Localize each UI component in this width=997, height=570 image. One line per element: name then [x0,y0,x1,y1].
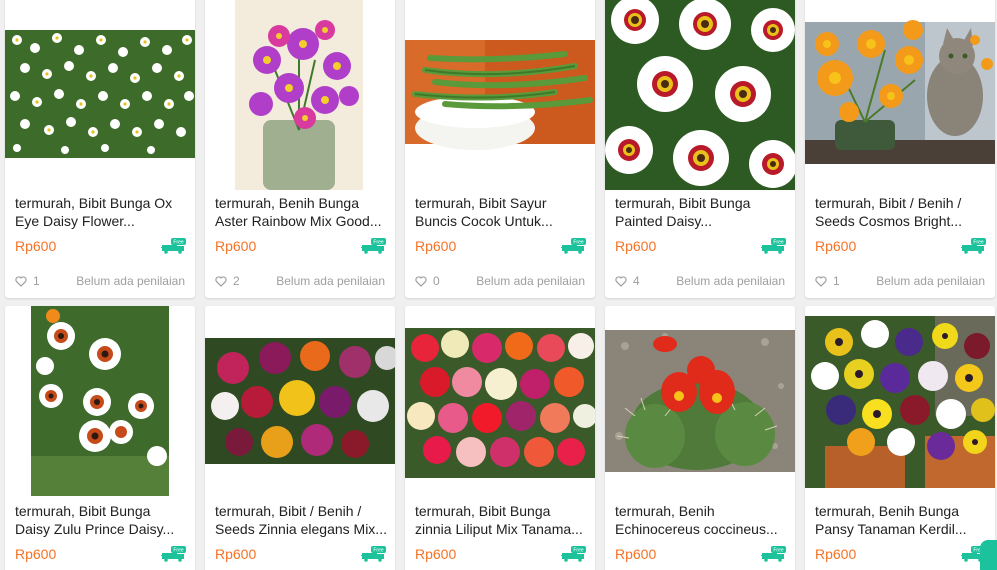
product-meta: 2 Belum ada penilaian [215,274,385,288]
product-title[interactable]: termurah, Benih Echinocereus coccineus..… [615,502,787,538]
product-title[interactable]: termurah, Bibit Bunga Ox Eye Daisy Flowe… [15,194,187,230]
product-price: Rp600 [815,546,857,562]
product-image[interactable] [805,0,995,190]
product-price: Rp600 [215,238,257,254]
product-title[interactable]: termurah, Bibit Bunga zinnia Liliput Mix… [415,502,587,538]
free-shipping-truck-icon: Free [161,238,187,254]
product-title[interactable]: termurah, Bibit / Benih / Seeds Cosmos B… [815,194,987,230]
product-title[interactable]: termurah, Bibit Bunga Daisy Zulu Prince … [15,502,187,538]
product-price: Rp600 [415,546,457,562]
product-grid: termurah, Bibit Bunga Ox Eye Daisy Flowe… [0,0,997,570]
product-image[interactable] [5,0,195,190]
product-card[interactable]: termurah, Bibit Bunga Daisy Zulu Prince … [5,306,195,570]
product-title[interactable]: termurah, Bibit Bunga Painted Daisy... [615,194,787,230]
product-price: Rp600 [15,546,57,562]
rating-text: Belum ada penilaian [476,274,585,288]
product-card[interactable]: termurah, Bibit / Benih / Seeds Zinnia e… [205,306,395,570]
product-title[interactable]: termurah, Benih Bunga Aster Rainbow Mix … [215,194,387,230]
heart-icon [615,275,627,287]
product-price: Rp600 [815,238,857,254]
product-price: Rp600 [615,546,657,562]
product-card[interactable]: termurah, Bibit Sayur Buncis Cocok Untuk… [405,0,595,298]
product-card[interactable]: termurah, Benih Bunga Aster Rainbow Mix … [205,0,395,298]
svg-text:Free: Free [573,548,584,554]
product-card[interactable]: termurah, Bibit Bunga Ox Eye Daisy Flowe… [5,0,195,298]
product-meta: 4 Belum ada penilaian [615,274,785,288]
svg-text:Free: Free [373,548,384,554]
like-count[interactable]: 1 [15,274,40,288]
product-image[interactable] [605,306,795,496]
svg-text:Free: Free [373,240,384,246]
product-image[interactable] [5,306,195,496]
svg-text:Free: Free [773,240,784,246]
product-card[interactable]: termurah, Benih Bunga Pansy Tanaman Kerd… [805,306,995,570]
product-meta: 1 Belum ada penilaian [815,274,985,288]
rating-text: Belum ada penilaian [76,274,185,288]
svg-text:Free: Free [173,548,184,554]
product-price: Rp600 [615,238,657,254]
product-image[interactable] [605,0,795,190]
product-card[interactable]: termurah, Bibit Bunga Painted Daisy... R… [605,0,795,298]
product-card[interactable]: termurah, Benih Echinocereus coccineus..… [605,306,795,570]
free-shipping-truck-icon: Free [761,546,787,562]
product-card[interactable]: termurah, Bibit Bunga zinnia Liliput Mix… [405,306,595,570]
free-shipping-truck-icon: Free [361,238,387,254]
like-count[interactable]: 0 [415,274,440,288]
product-card[interactable]: termurah, Bibit / Benih / Seeds Cosmos B… [805,0,995,298]
product-image[interactable] [405,306,595,496]
svg-text:Free: Free [573,240,584,246]
rating-text: Belum ada penilaian [676,274,785,288]
svg-text:Free: Free [773,548,784,554]
product-price: Rp600 [15,238,57,254]
product-image[interactable] [805,306,995,496]
free-shipping-truck-icon: Free [161,546,187,562]
like-count[interactable]: 2 [215,274,240,288]
like-count[interactable]: 4 [615,274,640,288]
product-title[interactable]: termurah, Benih Bunga Pansy Tanaman Kerd… [815,502,987,538]
free-shipping-truck-icon: Free [561,238,587,254]
floating-action-button[interactable] [980,540,997,570]
rating-text: Belum ada penilaian [276,274,385,288]
product-price: Rp600 [215,546,257,562]
heart-icon [215,275,227,287]
product-title[interactable]: termurah, Bibit / Benih / Seeds Zinnia e… [215,502,387,538]
heart-icon [815,275,827,287]
heart-icon [15,275,27,287]
free-shipping-truck-icon: Free [761,238,787,254]
free-shipping-truck-icon: Free [961,238,987,254]
product-image[interactable] [205,0,395,190]
svg-text:Free: Free [173,240,184,246]
product-title[interactable]: termurah, Bibit Sayur Buncis Cocok Untuk… [415,194,587,230]
svg-text:Free: Free [973,240,984,246]
like-count[interactable]: 1 [815,274,840,288]
rating-text: Belum ada penilaian [876,274,985,288]
free-shipping-truck-icon: Free [361,546,387,562]
product-meta: 1 Belum ada penilaian [15,274,185,288]
free-shipping-truck-icon: Free [561,546,587,562]
heart-icon [415,275,427,287]
product-meta: 0 Belum ada penilaian [415,274,585,288]
product-price: Rp600 [415,238,457,254]
product-image[interactable] [405,0,595,190]
product-image[interactable] [205,306,395,496]
